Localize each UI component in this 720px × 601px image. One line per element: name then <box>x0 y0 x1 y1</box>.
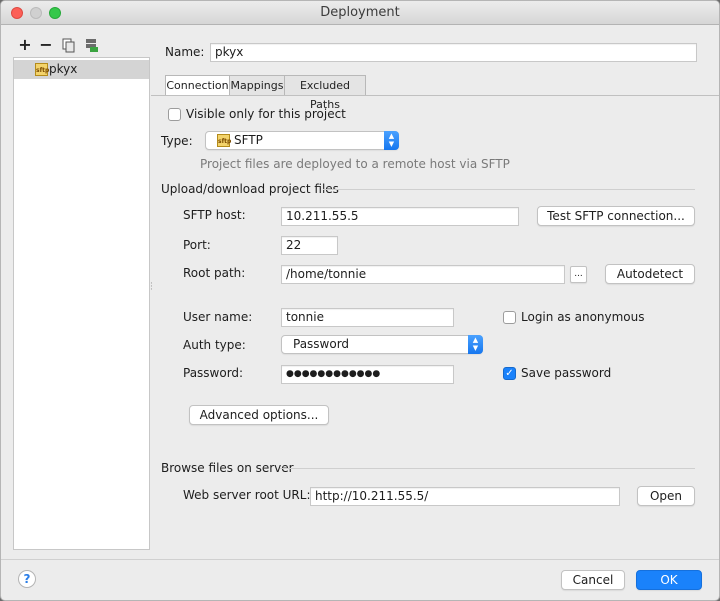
web-root-field[interactable]: http://10.211.55.5/ <box>310 487 620 506</box>
tab-connection[interactable]: Connection <box>165 75 230 96</box>
type-description: Project files are deployed to a remote h… <box>200 157 510 171</box>
cancel-button[interactable]: Cancel <box>561 570 625 590</box>
chevron-updown-icon: ▲ ▼ <box>384 131 399 150</box>
maximize-window-button[interactable] <box>49 7 61 19</box>
sftp-host-field[interactable]: 10.211.55.5 <box>281 207 519 226</box>
ok-button[interactable]: OK <box>636 570 702 590</box>
server-list-item[interactable]: sftp pkyx <box>14 60 149 79</box>
save-password-checkbox[interactable]: ✓ <box>503 367 516 380</box>
tab-divider <box>151 95 719 96</box>
type-label: Type: <box>161 134 193 148</box>
password-field[interactable]: ●●●●●●●●●●●● <box>281 365 454 384</box>
sftp-server-icon: sftp <box>35 63 49 76</box>
server-name: pkyx <box>49 62 78 76</box>
chevron-updown-icon: ▲ ▼ <box>468 335 483 354</box>
user-name-field[interactable]: tonnie <box>281 308 454 327</box>
name-field[interactable]: pkyx <box>210 43 697 62</box>
upload-section-title: Upload/download project files <box>161 182 339 196</box>
minimize-window-button[interactable] <box>30 7 42 19</box>
root-path-label: Root path: <box>183 266 246 280</box>
browse-root-path-button[interactable]: ... <box>570 266 587 283</box>
auth-type-value: Password <box>293 337 350 351</box>
type-select[interactable]: sftp SFTP ▲ ▼ <box>205 131 399 150</box>
password-label: Password: <box>183 366 244 380</box>
add-server-button[interactable]: + <box>17 37 33 54</box>
auth-type-select[interactable]: Password ▲ ▼ <box>281 335 483 354</box>
set-default-server-button[interactable] <box>83 38 99 54</box>
server-list[interactable]: sftp pkyx <box>13 57 150 550</box>
footer-divider <box>1 559 719 560</box>
root-path-field[interactable]: /home/tonnie <box>281 265 565 284</box>
help-icon: ? <box>23 572 31 586</box>
type-value: SFTP <box>234 133 263 147</box>
window-title: Deployment <box>320 5 400 20</box>
remove-server-button[interactable]: − <box>38 37 54 54</box>
copy-icon <box>62 38 75 53</box>
open-button[interactable]: Open <box>637 486 695 506</box>
browse-section-divider <box>280 468 695 469</box>
login-anonymous-label: Login as anonymous <box>521 310 645 324</box>
tab-mappings[interactable]: Mappings <box>229 75 285 96</box>
deployment-window: Deployment + − sftp pkyx · · · Name: pkyx … <box>0 0 720 601</box>
tab-excluded-paths[interactable]: Excluded Paths <box>284 75 366 111</box>
server-default-icon <box>85 39 98 52</box>
copy-server-button[interactable] <box>61 38 77 54</box>
test-sftp-connection-button[interactable]: Test SFTP connection... <box>537 206 695 226</box>
splitter-handle[interactable]: · · · <box>150 280 153 295</box>
sftp-host-label: SFTP host: <box>183 208 246 222</box>
save-password-label: Save password <box>521 366 612 380</box>
auth-type-label: Auth type: <box>183 338 246 352</box>
port-label: Port: <box>183 238 211 252</box>
browse-section-title: Browse files on server <box>161 461 294 475</box>
autodetect-button[interactable]: Autodetect <box>605 264 695 284</box>
user-name-label: User name: <box>183 310 253 324</box>
login-anonymous-checkbox[interactable] <box>503 311 516 324</box>
sftp-type-icon: sftp <box>217 134 231 147</box>
title-bar: Deployment <box>1 1 719 25</box>
name-label: Name: <box>165 45 205 59</box>
upload-section-divider <box>323 189 695 190</box>
help-button[interactable]: ? <box>18 570 36 588</box>
advanced-options-button[interactable]: Advanced options... <box>189 405 329 425</box>
port-field[interactable]: 22 <box>281 236 338 255</box>
visible-only-checkbox[interactable] <box>168 108 181 121</box>
visible-only-label: Visible only for this project <box>186 107 346 121</box>
close-window-button[interactable] <box>11 7 23 19</box>
web-root-label: Web server root URL: <box>183 488 311 502</box>
